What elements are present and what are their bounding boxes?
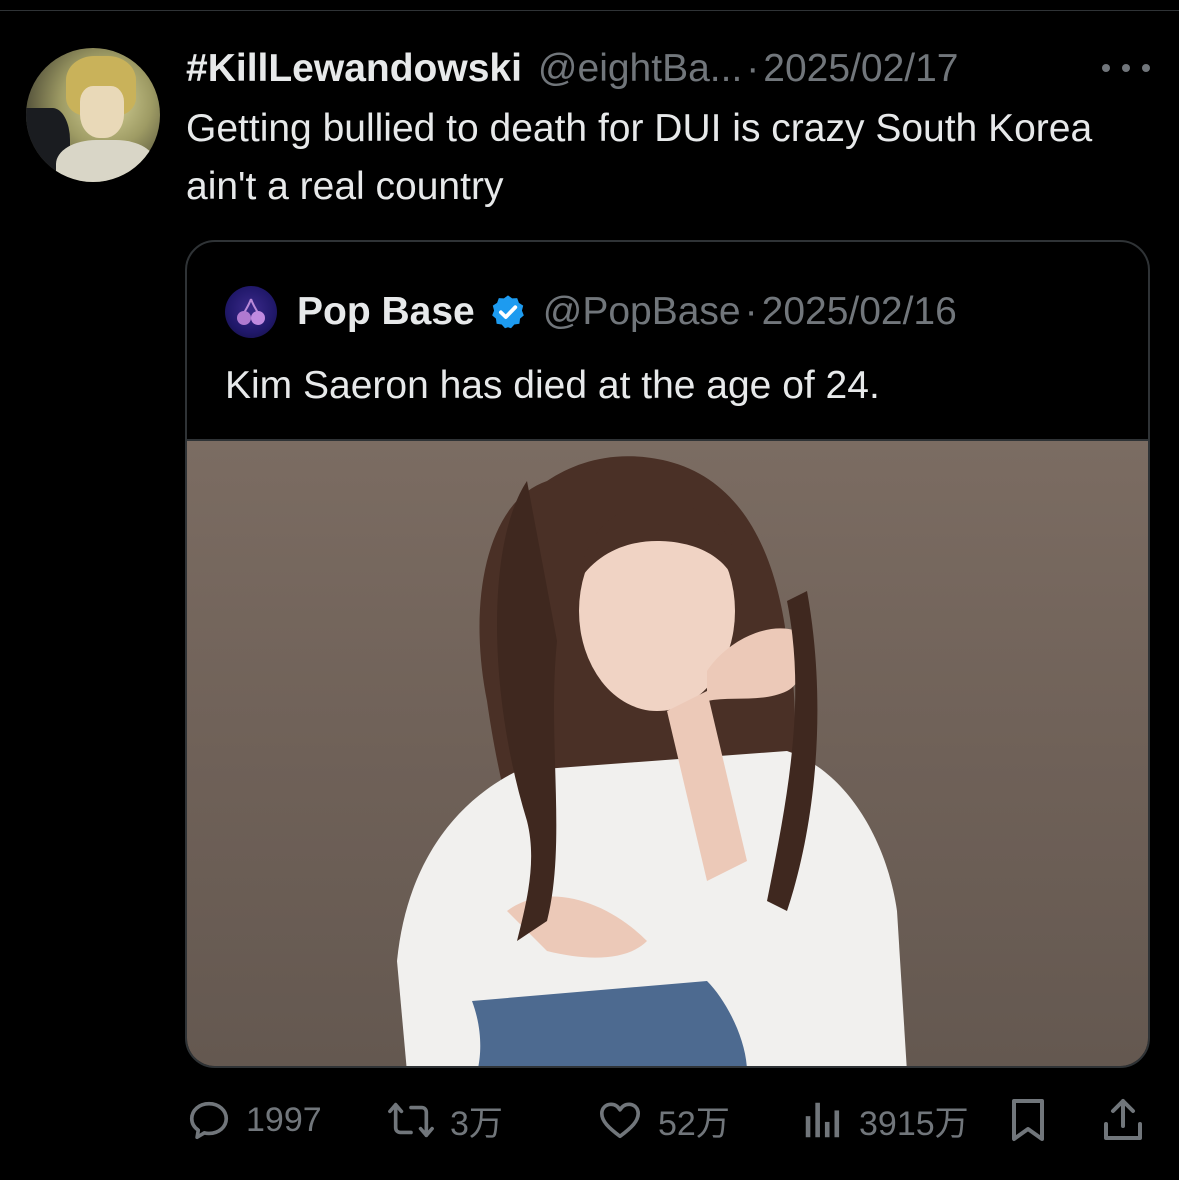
avatar-shoulder bbox=[56, 140, 156, 182]
views-chart-icon bbox=[805, 1102, 840, 1138]
more-dot bbox=[1142, 64, 1150, 72]
quoted-tweet-card[interactable]: Pop Base @PopBase · 2025/02/16 Kim Saero… bbox=[185, 240, 1150, 1068]
like-count: 52万 bbox=[658, 1104, 730, 1143]
views-count: 3915万 bbox=[859, 1104, 969, 1143]
quote-author-avatar[interactable] bbox=[225, 286, 277, 338]
quote-portrait-photo[interactable] bbox=[187, 439, 1148, 1066]
bookmark-icon bbox=[1012, 1099, 1044, 1141]
author-display-name[interactable]: #KillLewandowski bbox=[186, 44, 522, 94]
tweet-text: Getting bullied to death for DUI is craz… bbox=[186, 107, 1093, 208]
repost-button[interactable]: 3万 bbox=[386, 1090, 503, 1150]
reply-count: 1997 bbox=[246, 1100, 322, 1139]
more-dot bbox=[1102, 64, 1110, 72]
more-horizontal-icon[interactable] bbox=[1102, 58, 1150, 78]
tweet-date[interactable]: 2025/02/17 bbox=[763, 44, 958, 94]
top-divider bbox=[0, 10, 1179, 11]
author-handle[interactable]: @eightBa... bbox=[538, 44, 742, 94]
header-separator: · bbox=[746, 47, 760, 90]
more-dot bbox=[1122, 64, 1130, 72]
repost-count: 3万 bbox=[450, 1104, 503, 1143]
avatar-face bbox=[80, 86, 124, 138]
tweet-header: #KillLewandowski @eightBa... · 2025/02/1… bbox=[186, 44, 1146, 94]
reply-button[interactable]: 1997 bbox=[186, 1090, 322, 1150]
quote-author-display-name[interactable]: Pop Base bbox=[297, 290, 475, 334]
bookmark-button[interactable] bbox=[1008, 1090, 1048, 1150]
heart-icon bbox=[599, 1102, 641, 1139]
views-button[interactable]: 3915万 bbox=[801, 1090, 969, 1150]
quote-header-separator: · bbox=[744, 290, 758, 333]
like-button[interactable]: 52万 bbox=[596, 1090, 730, 1150]
quote-header: Pop Base @PopBase · 2025/02/16 bbox=[225, 282, 957, 342]
tweet-action-bar: 1997 3万 52万 3915万 bbox=[186, 1090, 1151, 1150]
quote-text: Kim Saeron has died at the age of 24. bbox=[225, 364, 880, 407]
verified-badge-icon bbox=[491, 295, 524, 329]
quote-date[interactable]: 2025/02/16 bbox=[762, 290, 957, 334]
reply-icon bbox=[189, 1101, 229, 1140]
repost-icon bbox=[388, 1102, 434, 1138]
share-button[interactable] bbox=[1101, 1090, 1145, 1150]
portrait-illustration bbox=[397, 456, 907, 1066]
quote-author-handle[interactable]: @PopBase bbox=[543, 290, 741, 334]
share-icon bbox=[1104, 1099, 1142, 1140]
author-avatar[interactable] bbox=[26, 48, 160, 182]
cherry-icon bbox=[237, 298, 265, 325]
